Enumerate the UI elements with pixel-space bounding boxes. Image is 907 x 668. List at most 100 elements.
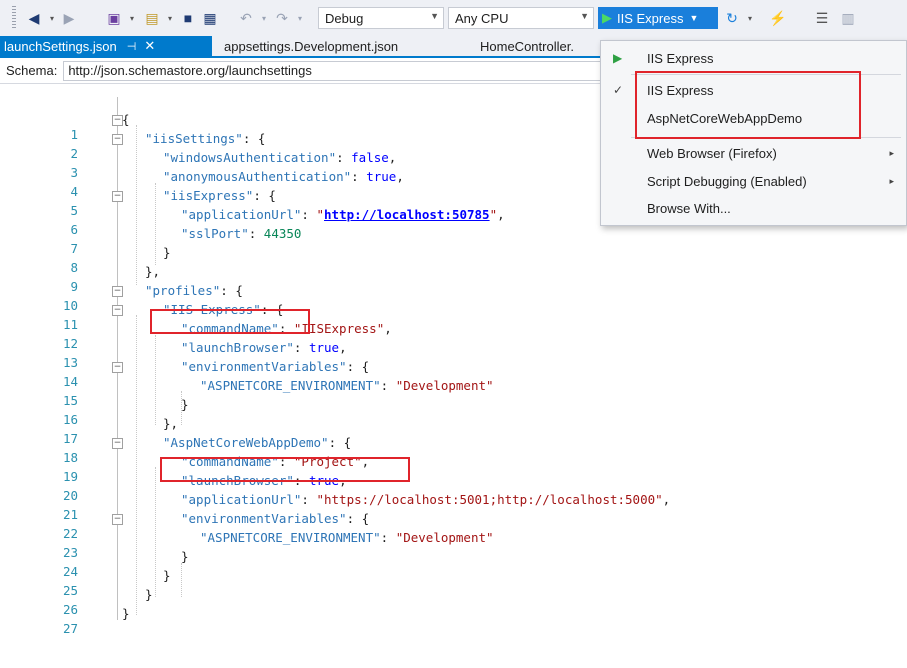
code-token: } xyxy=(163,568,171,583)
code-line: 12 "commandName": "IISExpress", xyxy=(0,321,907,351)
code-token: " xyxy=(316,207,325,222)
code-line: 11 − "IIS Express": { xyxy=(0,302,907,332)
code-token: , xyxy=(396,169,404,184)
code-token: : xyxy=(336,150,352,165)
undo-dropdown-icon[interactable]: ▾ xyxy=(258,7,270,29)
code-token: : { xyxy=(253,188,276,203)
format-document-icon[interactable]: ☰ xyxy=(812,7,832,29)
redo-icon[interactable]: ↷ xyxy=(272,7,292,29)
json-value: true xyxy=(308,340,340,355)
code-token: : xyxy=(301,207,317,222)
solution-platform-dropdown[interactable]: Any CPU ▼ xyxy=(448,7,594,29)
schema-input[interactable]: http://json.schemastore.org/launchsettin… xyxy=(63,60,624,81)
code-token: : xyxy=(293,340,309,355)
code-token: }, xyxy=(163,416,179,431)
code-line: 9 }, xyxy=(0,264,907,294)
tab-launchsettings[interactable]: launchSettings.json ⊣ ✕ xyxy=(0,36,212,56)
json-value: true xyxy=(366,169,397,184)
code-token: } xyxy=(181,549,189,564)
json-value: "Development" xyxy=(395,530,494,545)
menu-item-label: Web Browser (Firefox) xyxy=(647,145,777,161)
tab-appsettings-development[interactable]: appsettings.Development.json xyxy=(224,36,398,56)
tab-label: HomeController. xyxy=(480,38,574,54)
menu-item-iis-express-run[interactable]: ▶ IIS Express xyxy=(601,45,906,71)
code-token: : xyxy=(380,530,396,545)
save-all-icon[interactable]: ▦ xyxy=(200,7,220,29)
menu-item-web-browser[interactable]: Web Browser (Firefox) ▸ xyxy=(601,140,906,166)
fold-collapse-icon[interactable]: − xyxy=(112,286,123,297)
code-token: : xyxy=(351,169,367,184)
json-value: 44350 xyxy=(263,226,302,241)
standard-toolbar: ◀ ▾ ▶ ▣ ▾ ▤ ▾ ■ ▦ ↶ ▾ ↷ ▾ Debug ▼ Any CP… xyxy=(0,0,907,37)
json-value: false xyxy=(351,150,389,165)
new-project-icon[interactable]: ▣ xyxy=(104,7,124,29)
undo-icon[interactable]: ↶ xyxy=(236,7,256,29)
code-token: } xyxy=(122,606,130,621)
play-icon: ▶ xyxy=(602,10,612,25)
menu-item-label: IIS Express xyxy=(647,50,714,66)
refresh-dropdown-icon[interactable]: ▾ xyxy=(744,7,756,29)
menu-item-browse-with[interactable]: Browse With... xyxy=(601,195,906,221)
fold-collapse-icon[interactable]: − xyxy=(112,134,123,145)
code-token: , xyxy=(384,321,392,336)
json-value: "https://localhost:5001;http://localhost… xyxy=(316,492,663,507)
code-line: 26 } xyxy=(0,587,907,617)
json-value: "Development" xyxy=(395,378,494,393)
code-line: 15 "ASPNETCORE_ENVIRONMENT": "Developmen… xyxy=(0,378,907,408)
new-project-dropdown-icon[interactable]: ▾ xyxy=(126,7,138,29)
code-line: 21 "applicationUrl": "https://localhost:… xyxy=(0,492,907,522)
code-token: , xyxy=(497,207,505,222)
redo-dropdown-icon[interactable]: ▾ xyxy=(294,7,306,29)
code-line: 8 } xyxy=(0,245,907,275)
code-token: } xyxy=(145,587,153,602)
json-key: "ASPNETCORE_ENVIRONMENT" xyxy=(200,530,381,545)
fold-collapse-icon[interactable]: − xyxy=(112,438,123,449)
line-number: 27 xyxy=(62,621,78,636)
code-token: : xyxy=(248,226,264,241)
code-token: : xyxy=(301,492,317,507)
menu-item-script-debugging[interactable]: Script Debugging (Enabled) ▸ xyxy=(601,168,906,194)
solution-configuration-dropdown[interactable]: Debug ▼ xyxy=(318,7,444,29)
submenu-arrow-icon: ▸ xyxy=(889,175,894,186)
code-line: 18 − "AspNetCoreWebAppDemo": { xyxy=(0,435,907,465)
code-token: : { xyxy=(242,131,266,146)
open-dropdown-icon[interactable]: ▾ xyxy=(164,7,176,29)
code-token: , xyxy=(662,492,671,507)
json-key: "environmentVariables" xyxy=(181,359,347,374)
open-file-icon[interactable]: ▤ xyxy=(142,7,162,29)
code-line: 10 − "profiles": { xyxy=(0,283,907,313)
refresh-icon[interactable]: ↻ xyxy=(722,7,742,29)
json-key: "applicationUrl" xyxy=(181,492,302,507)
play-icon: ▶ xyxy=(613,51,623,65)
fold-collapse-icon[interactable]: − xyxy=(112,191,123,202)
pin-icon[interactable]: ⊣ xyxy=(127,40,137,53)
code-token: : { xyxy=(346,511,370,526)
code-token: : { xyxy=(220,283,243,298)
application-url-link[interactable]: http://localhost:50785 xyxy=(324,207,490,222)
json-key: "sslPort" xyxy=(181,226,249,241)
start-debugging-button[interactable]: ▶ IIS Express ▼ xyxy=(598,7,718,29)
checkmark-icon: ✓ xyxy=(613,83,624,97)
submenu-arrow-icon: ▸ xyxy=(889,147,894,158)
tab-homecontroller[interactable]: HomeController. xyxy=(480,36,574,56)
comment-icon[interactable]: ▥ xyxy=(838,7,858,29)
code-token: : { xyxy=(346,359,370,374)
hot-reload-icon[interactable]: ⚡ xyxy=(768,7,788,29)
fold-collapse-icon[interactable]: − xyxy=(112,305,123,316)
chevron-down-icon: ▼ xyxy=(580,11,589,21)
back-dropdown-icon[interactable]: ▾ xyxy=(46,7,58,29)
close-icon[interactable]: ✕ xyxy=(144,38,155,54)
menu-item-label: Browse With... xyxy=(647,200,731,216)
toolbar-grip[interactable] xyxy=(12,6,16,30)
json-key: "iisSettings" xyxy=(145,131,243,146)
code-token: , xyxy=(388,150,397,165)
forward-icon[interactable]: ▶ xyxy=(60,7,78,29)
save-icon[interactable]: ■ xyxy=(178,7,198,29)
code-line: 19 "commandName": "Project", xyxy=(0,454,907,484)
fold-collapse-icon[interactable]: − xyxy=(112,362,123,373)
code-token: : xyxy=(380,378,396,393)
code-token: } xyxy=(181,397,189,412)
schema-value: http://json.schemastore.org/launchsettin… xyxy=(68,63,312,78)
back-icon[interactable]: ◀ xyxy=(24,7,44,29)
fold-collapse-icon[interactable]: − xyxy=(112,514,123,525)
